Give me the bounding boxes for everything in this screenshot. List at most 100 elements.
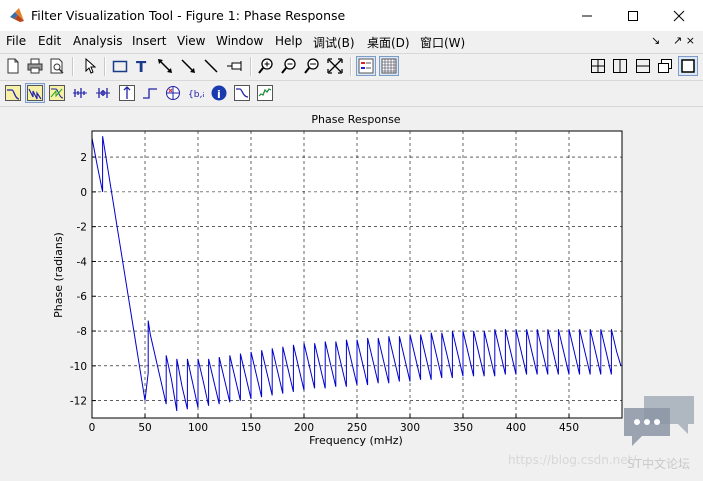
full-view-icon [327, 58, 343, 74]
undock-icon [658, 59, 672, 73]
phase-response-chart[interactable]: Phase Response 0 50 100 150 200 250 300 350 400 4… [0, 107, 703, 478]
rectangle-icon [112, 60, 128, 73]
toolbar-separator [250, 57, 252, 76]
undock-close-button[interactable]: ↗ × [673, 34, 695, 47]
close-icon [673, 10, 685, 21]
magnitude-estimate-button[interactable] [232, 83, 252, 103]
title-bar: Filter Visualization Tool - Figure 1: Ph… [0, 0, 703, 32]
legend-icon [358, 58, 374, 74]
group-delay-icon [73, 88, 87, 98]
round-off-noise-button[interactable] [255, 83, 275, 103]
maximize-icon [628, 10, 638, 21]
y-axis-label: Phase (radians) [52, 232, 65, 318]
menu-view[interactable]: View [177, 34, 205, 48]
layout-horizontal-icon [636, 59, 650, 73]
zoom-x-button[interactable] [302, 56, 322, 76]
layout-vertical-button[interactable] [610, 56, 630, 76]
figure-area: Phase Response 0 50 100 150 200 250 300 350 400 4… [0, 107, 703, 478]
figure-toolbar: T [0, 53, 703, 79]
group-delay-button[interactable] [70, 83, 90, 103]
y-tick-label: -4 [77, 256, 88, 268]
x-tick-label: 100 [188, 422, 208, 434]
new-figure-button[interactable] [3, 56, 23, 76]
edit-plot-button[interactable] [80, 56, 100, 76]
watermark-brand: ST中文论坛 [627, 457, 690, 471]
menu-insert[interactable]: Insert [132, 34, 166, 48]
x-tick-label: 300 [400, 422, 420, 434]
menu-window[interactable]: Window [216, 34, 263, 48]
x-tick-label: 350 [453, 422, 473, 434]
magnitude-response-button[interactable] [3, 83, 23, 103]
print-preview-icon [50, 58, 64, 74]
text-icon: T [136, 58, 147, 74]
zoom-out-button[interactable] [279, 56, 299, 76]
pole-zero-button[interactable] [163, 83, 183, 103]
filter-info-icon: i [211, 85, 227, 101]
single-view-button[interactable] [678, 56, 698, 76]
phase-delay-button[interactable] [93, 83, 113, 103]
layout-2x2-icon [591, 59, 605, 73]
pin-button[interactable] [225, 56, 245, 76]
round-off-noise-icon [257, 85, 273, 101]
phase-response-icon [27, 85, 43, 101]
pin-icon [227, 61, 242, 71]
y-tick-label: -12 [70, 396, 87, 408]
insert-line-button[interactable] [201, 56, 221, 76]
insert-double-arrow-button[interactable] [155, 56, 175, 76]
magnitude-phase-button[interactable] [47, 83, 67, 103]
layout-horizontal-button[interactable] [633, 56, 653, 76]
filter-info-button[interactable]: i [209, 83, 229, 103]
zoom-in-button[interactable] [256, 56, 276, 76]
menu-desktop[interactable]: 桌面(D) [367, 34, 410, 51]
full-view-button[interactable] [325, 56, 345, 76]
x-tick-label: 250 [347, 422, 367, 434]
menu-edit[interactable]: Edit [38, 34, 61, 48]
layout-vertical-icon [613, 59, 627, 73]
minimize-button[interactable] [564, 0, 610, 31]
layout-2x2-button[interactable] [588, 56, 608, 76]
y-tick-label: 0 [80, 187, 87, 199]
single-view-icon [681, 59, 695, 73]
pointer-icon [85, 58, 97, 74]
menu-help[interactable]: Help [275, 34, 302, 48]
pole-zero-icon [166, 86, 180, 100]
zoom-x-icon [304, 58, 319, 74]
insert-arrow-button[interactable] [178, 56, 198, 76]
filter-coefficients-button[interactable]: {b,a} [186, 83, 206, 103]
insert-text-button[interactable]: T [132, 56, 152, 76]
matlab-logo-icon [10, 8, 24, 22]
zoom-out-icon [281, 58, 296, 74]
menu-file[interactable]: File [6, 34, 26, 48]
svg-text:T: T [136, 58, 147, 74]
dock-button[interactable]: ↘ [651, 34, 660, 47]
maximize-button[interactable] [610, 0, 656, 31]
line-icon [204, 59, 218, 73]
menu-window-cn[interactable]: 窗口(W) [420, 34, 465, 51]
grid-toggle-button[interactable] [379, 56, 399, 76]
magnitude-phase-icon [49, 85, 65, 101]
phase-response-button[interactable] [25, 83, 45, 103]
double-arrow-icon [158, 59, 172, 73]
x-tick-label: 50 [138, 422, 151, 434]
svg-text:{b,a}: {b,a} [188, 90, 204, 100]
menu-debug[interactable]: 调试(B) [313, 34, 355, 51]
legend-toggle-button[interactable] [356, 56, 376, 76]
y-tick-label: 2 [80, 152, 87, 164]
undock-button[interactable] [655, 56, 675, 76]
menu-analysis[interactable]: Analysis [73, 34, 122, 48]
insert-rectangle-button[interactable] [110, 56, 130, 76]
close-button[interactable] [656, 0, 702, 31]
x-tick-label: 450 [559, 422, 579, 434]
phase-delay-icon [96, 88, 110, 98]
impulse-response-button[interactable] [117, 83, 137, 103]
y-tick-label: -6 [77, 291, 88, 303]
print-preview-button[interactable] [47, 56, 67, 76]
analysis-toolbar: {b,a} i [0, 80, 703, 107]
step-response-button[interactable] [140, 83, 160, 103]
impulse-response-icon [119, 85, 135, 101]
y-tick-label: -8 [77, 326, 87, 338]
x-tick-label: 0 [89, 422, 96, 434]
print-button[interactable] [25, 56, 45, 76]
svg-text:i: i [217, 88, 221, 101]
x-tick-label: 200 [294, 422, 314, 434]
